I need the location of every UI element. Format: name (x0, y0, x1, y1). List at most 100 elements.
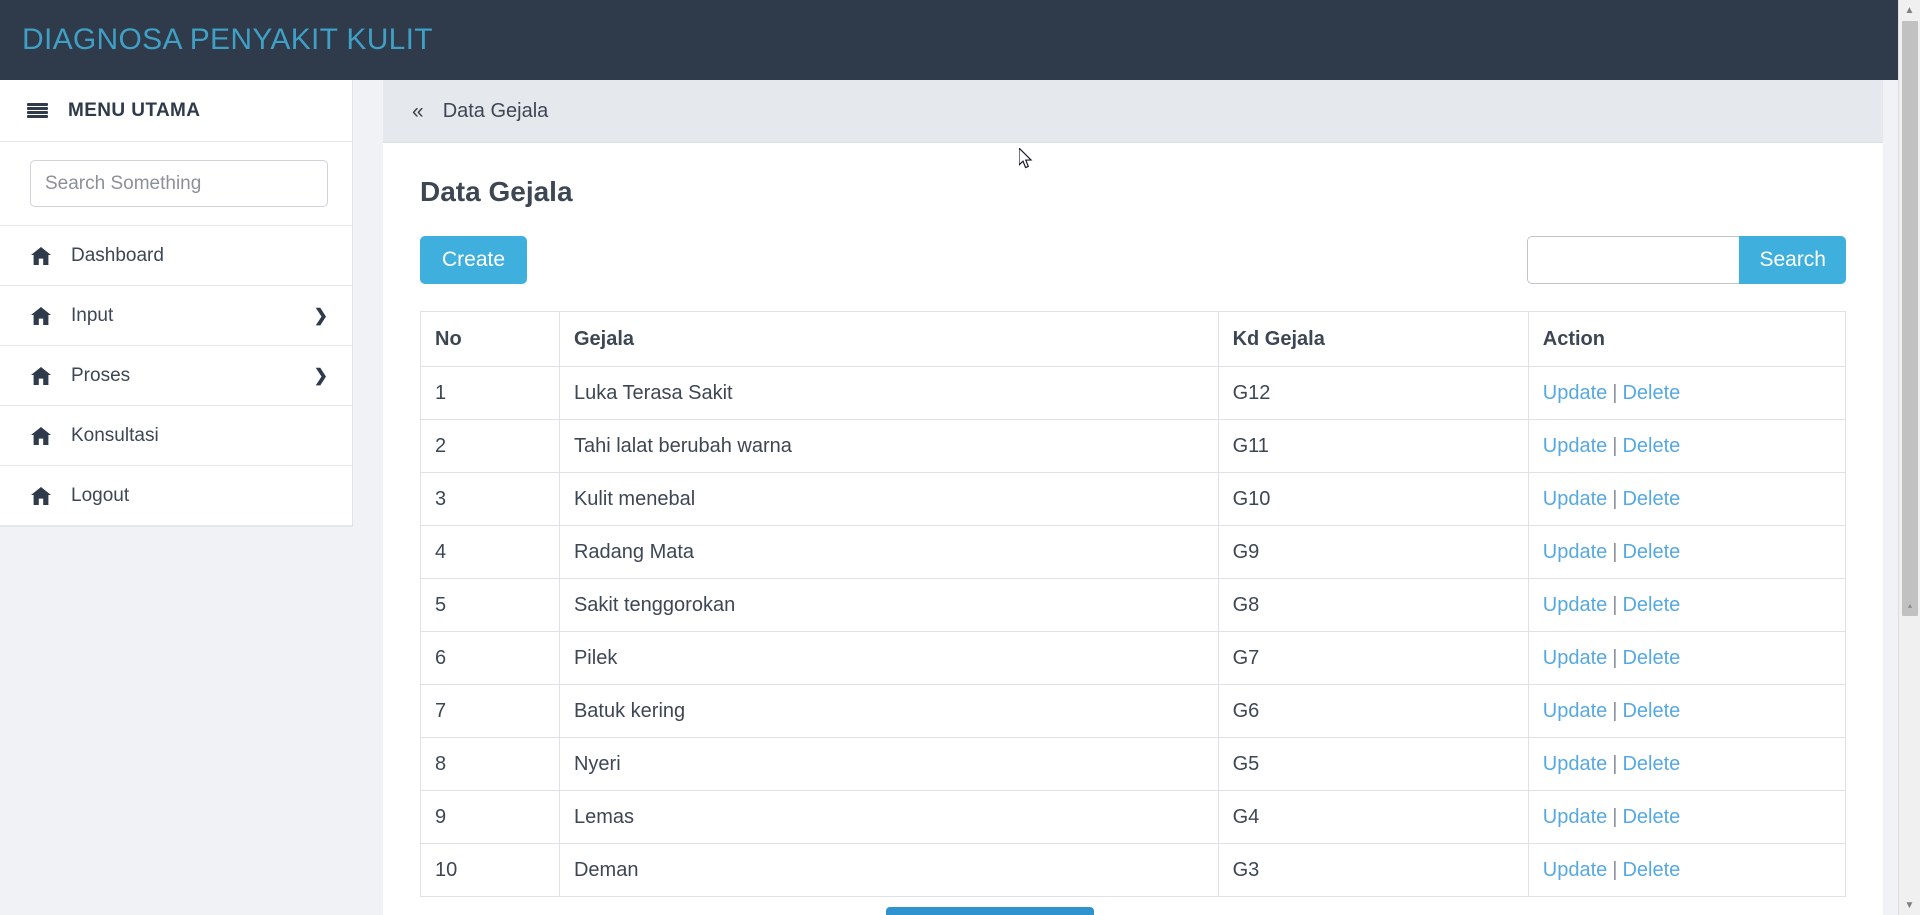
cell-action: Update | Delete (1527, 737, 1847, 791)
table-row: 8 Nyeri G5 Update | Delete (420, 737, 1847, 791)
cell-no: 7 (420, 684, 560, 738)
sidebar-item-proses[interactable]: Proses ❯ (0, 346, 352, 406)
cell-action: Update | Delete (1527, 631, 1847, 685)
cell-gejala: Tahi lalat berubah warna (558, 419, 1219, 473)
column-header-kd-gejala: Kd Gejala (1217, 311, 1529, 367)
update-link[interactable]: Update (1543, 488, 1608, 510)
scrollbar-thumb[interactable]: ▴ (1902, 21, 1918, 616)
update-link[interactable]: Update (1543, 753, 1608, 775)
delete-link[interactable]: Delete (1622, 541, 1680, 563)
update-link[interactable]: Update (1543, 382, 1608, 404)
table-row: 5 Sakit tenggorokan G8 Update | Delete (420, 578, 1847, 632)
cell-action: Update | Delete (1527, 578, 1847, 632)
delete-link[interactable]: Delete (1622, 382, 1680, 404)
sidebar-search-input[interactable] (30, 160, 328, 207)
home-icon (30, 486, 52, 506)
update-link[interactable]: Update (1543, 594, 1608, 616)
page-title: Data Gejala (420, 176, 573, 207)
sidebar-header[interactable]: MENU UTAMA (0, 80, 352, 142)
sidebar-item-konsultasi[interactable]: Konsultasi (0, 406, 352, 466)
cell-action: Update | Delete (1527, 366, 1847, 420)
delete-link[interactable]: Delete (1622, 647, 1680, 669)
cell-no: 3 (420, 472, 560, 526)
update-link[interactable]: Update (1543, 859, 1608, 881)
update-link[interactable]: Update (1543, 647, 1608, 669)
sidebar-item-input[interactable]: Input ❯ (0, 286, 352, 346)
data-gejala-table: No Gejala Kd Gejala Action 1 Luka Terasa … (420, 311, 1847, 897)
collapse-sidebar-icon[interactable]: « (412, 101, 424, 122)
column-header-no: No (420, 311, 560, 367)
action-separator: | (1612, 434, 1618, 457)
cell-kd-gejala: G3 (1217, 843, 1529, 897)
delete-link[interactable]: Delete (1622, 594, 1680, 616)
home-icon (30, 246, 52, 266)
create-button[interactable]: Create (420, 236, 528, 284)
breadcrumb-label: Data Gejala (442, 99, 549, 122)
bottom-blue-button-peek[interactable] (886, 907, 1094, 915)
sidebar-item-label: Input (71, 304, 114, 326)
table-search-button[interactable]: Search (1739, 236, 1846, 284)
update-link[interactable]: Update (1543, 700, 1608, 722)
update-link[interactable]: Update (1543, 435, 1608, 457)
sidebar-item-logout[interactable]: Logout (0, 466, 352, 526)
delete-link[interactable]: Delete (1622, 488, 1680, 510)
cell-action: Update | Delete (1527, 525, 1847, 579)
sidebar-item-label: Proses (71, 364, 131, 386)
sidebar-item-dashboard[interactable]: Dashboard (0, 226, 352, 286)
home-icon (30, 306, 52, 326)
cell-no: 9 (420, 790, 560, 844)
table-toolbar: Create Search (420, 236, 1846, 284)
cell-kd-gejala: G9 (1217, 525, 1529, 579)
sidebar-item-label: Dashboard (71, 244, 164, 266)
cell-gejala: Batuk kering (558, 684, 1219, 738)
app-title: DIAGNOSA PENYAKIT KULIT (22, 23, 433, 56)
action-separator: | (1612, 646, 1618, 669)
delete-link[interactable]: Delete (1622, 753, 1680, 775)
table-row: 6 Pilek G7 Update | Delete (420, 631, 1847, 685)
cell-no: 2 (420, 419, 560, 473)
vertical-scrollbar[interactable]: ▲ ▴ ▼ (1898, 0, 1920, 915)
scroll-down-arrow-icon[interactable]: ▼ (1899, 895, 1920, 915)
action-separator: | (1612, 699, 1618, 722)
action-separator: | (1612, 381, 1618, 404)
table-search-input[interactable] (1527, 236, 1740, 284)
sidebar: MENU UTAMA Dashboard Input ❯ Proses ❯ (0, 80, 353, 527)
sidebar-search-container (0, 142, 352, 226)
table-row: 4 Radang Mata G9 Update | Delete (420, 525, 1847, 579)
cell-no: 5 (420, 578, 560, 632)
cell-kd-gejala: G8 (1217, 578, 1529, 632)
cell-kd-gejala: G12 (1217, 366, 1529, 420)
cell-action: Update | Delete (1527, 684, 1847, 738)
update-link[interactable]: Update (1543, 806, 1608, 828)
delete-link[interactable]: Delete (1622, 435, 1680, 457)
update-link[interactable]: Update (1543, 541, 1608, 563)
cell-kd-gejala: G11 (1217, 419, 1529, 473)
action-separator: | (1612, 540, 1618, 563)
cell-gejala: Pilek (558, 631, 1219, 685)
delete-link[interactable]: Delete (1622, 859, 1680, 881)
content-panel: Data Gejala Create Search No Gejala Kd G… (383, 143, 1883, 915)
hamburger-icon[interactable] (27, 102, 48, 119)
cell-no: 10 (420, 843, 560, 897)
chevron-right-icon[interactable]: ❯ (314, 307, 328, 324)
cell-kd-gejala: G10 (1217, 472, 1529, 526)
breadcrumb: « Data Gejala (383, 80, 1883, 143)
delete-link[interactable]: Delete (1622, 700, 1680, 722)
top-navbar: DIAGNOSA PENYAKIT KULIT (0, 0, 1898, 80)
cell-action: Update | Delete (1527, 472, 1847, 526)
delete-link[interactable]: Delete (1622, 806, 1680, 828)
cell-action: Update | Delete (1527, 843, 1847, 897)
column-header-action: Action (1527, 311, 1847, 367)
cell-no: 6 (420, 631, 560, 685)
cell-no: 4 (420, 525, 560, 579)
cell-action: Update | Delete (1527, 790, 1847, 844)
table-row: 10 Deman G3 Update | Delete (420, 843, 1847, 897)
chevron-right-icon[interactable]: ❯ (314, 367, 328, 384)
home-icon (30, 366, 52, 386)
action-separator: | (1612, 487, 1618, 510)
scroll-up-arrow-icon[interactable]: ▲ (1899, 0, 1920, 20)
cell-no: 1 (420, 366, 560, 420)
sidebar-item-label: Konsultasi (71, 424, 159, 446)
sidebar-title: MENU UTAMA (68, 99, 201, 121)
action-separator: | (1612, 858, 1618, 881)
